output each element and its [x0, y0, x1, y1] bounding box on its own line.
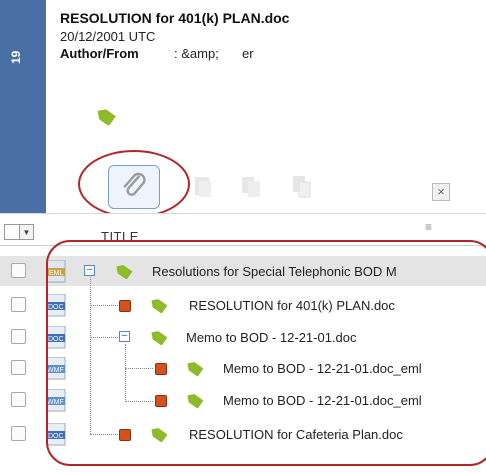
document-number-strip: 19 — [0, 0, 46, 213]
document-number: 19 — [9, 50, 23, 64]
attachments-button[interactable] — [108, 165, 160, 209]
table-row[interactable]: DOC RESOLUTION for Cafeteria Plan.doc — [0, 419, 486, 449]
table-header: ▼ TITLE ≡ — [0, 213, 486, 246]
svg-text:EML: EML — [49, 270, 64, 277]
svg-text:DOC: DOC — [48, 336, 64, 343]
tag-icon[interactable] — [148, 329, 168, 348]
svg-text:DOC: DOC — [48, 433, 64, 440]
tag-icon[interactable] — [148, 426, 168, 445]
row-checkbox[interactable] — [11, 297, 26, 312]
column-title-header[interactable]: TITLE — [101, 229, 139, 244]
row-checkbox[interactable] — [11, 360, 26, 375]
doc-file-icon: DOC — [46, 325, 67, 349]
select-all-checkbox[interactable] — [4, 224, 20, 240]
table-row[interactable]: DOC − Memo to BOD - 12-21-01.doc — [0, 322, 486, 352]
row-checkbox[interactable] — [11, 263, 26, 278]
tree-connector — [125, 368, 153, 369]
tree-connector — [90, 305, 118, 306]
tree-connector — [90, 277, 91, 434]
flag-icon[interactable] — [119, 300, 131, 312]
wmf-file-icon: WMF — [46, 356, 67, 380]
row-checkbox[interactable] — [11, 329, 26, 344]
row-title[interactable]: RESOLUTION for 401(k) PLAN.doc — [189, 298, 395, 313]
tag-icon[interactable] — [148, 297, 168, 316]
flag-icon[interactable] — [119, 429, 131, 441]
row-checkbox[interactable] — [11, 426, 26, 441]
svg-text:DOC: DOC — [48, 304, 64, 311]
eml-file-icon: EML — [46, 259, 67, 283]
flag-icon[interactable] — [155, 363, 167, 375]
svg-text:WMF: WMF — [47, 399, 64, 406]
tree-connector — [125, 344, 126, 402]
document-icon — [192, 172, 214, 200]
select-dropdown[interactable]: ▼ — [20, 224, 34, 240]
document-title[interactable]: RESOLUTION for 401(k) PLAN.doc — [60, 10, 289, 26]
tree-connector — [125, 401, 153, 402]
table-row[interactable]: WMF Memo to BOD - 12-21-01.doc_eml — [0, 353, 486, 383]
tree-connector — [90, 337, 118, 338]
wmf-file-icon: WMF — [46, 388, 67, 412]
row-title[interactable]: RESOLUTION for Cafeteria Plan.doc — [189, 427, 403, 442]
collapse-toggle[interactable]: − — [119, 331, 130, 342]
close-button[interactable]: × — [432, 183, 450, 201]
row-title[interactable]: Resolutions for Special Telephonic BOD M — [152, 264, 397, 279]
copy-icon — [240, 172, 262, 200]
column-menu-icon[interactable]: ≡ — [425, 220, 432, 234]
author-value-tail: er — [242, 46, 254, 61]
tag-icon[interactable] — [184, 392, 204, 411]
author-label: Author/From — [60, 46, 139, 61]
flag-icon[interactable] — [155, 395, 167, 407]
tag-icon[interactable] — [184, 360, 204, 379]
row-title[interactable]: Memo to BOD - 12-21-01.doc — [186, 330, 357, 345]
row-checkbox[interactable] — [11, 392, 26, 407]
author-value: : &amp; — [174, 46, 219, 61]
doc-file-icon: DOC — [46, 293, 67, 317]
doc-file-icon: DOC — [46, 422, 67, 446]
tree-connector — [90, 434, 118, 435]
document-date: 20/12/2001 UTC — [60, 29, 156, 44]
tag-icon[interactable] — [94, 107, 116, 128]
table-row[interactable]: WMF Memo to BOD - 12-21-01.doc_eml — [0, 385, 486, 415]
svg-text:WMF: WMF — [47, 367, 64, 374]
paste-icon — [290, 172, 312, 200]
row-title[interactable]: Memo to BOD - 12-21-01.doc_eml — [223, 361, 422, 376]
collapse-toggle[interactable]: − — [84, 265, 95, 276]
paperclip-icon — [121, 171, 147, 204]
table-row[interactable]: EML − Resolutions for Special Telephonic… — [0, 256, 486, 286]
table-row[interactable]: DOC RESOLUTION for 401(k) PLAN.doc — [0, 290, 486, 320]
tag-icon[interactable] — [113, 263, 133, 282]
row-title[interactable]: Memo to BOD - 12-21-01.doc_eml — [223, 393, 422, 408]
